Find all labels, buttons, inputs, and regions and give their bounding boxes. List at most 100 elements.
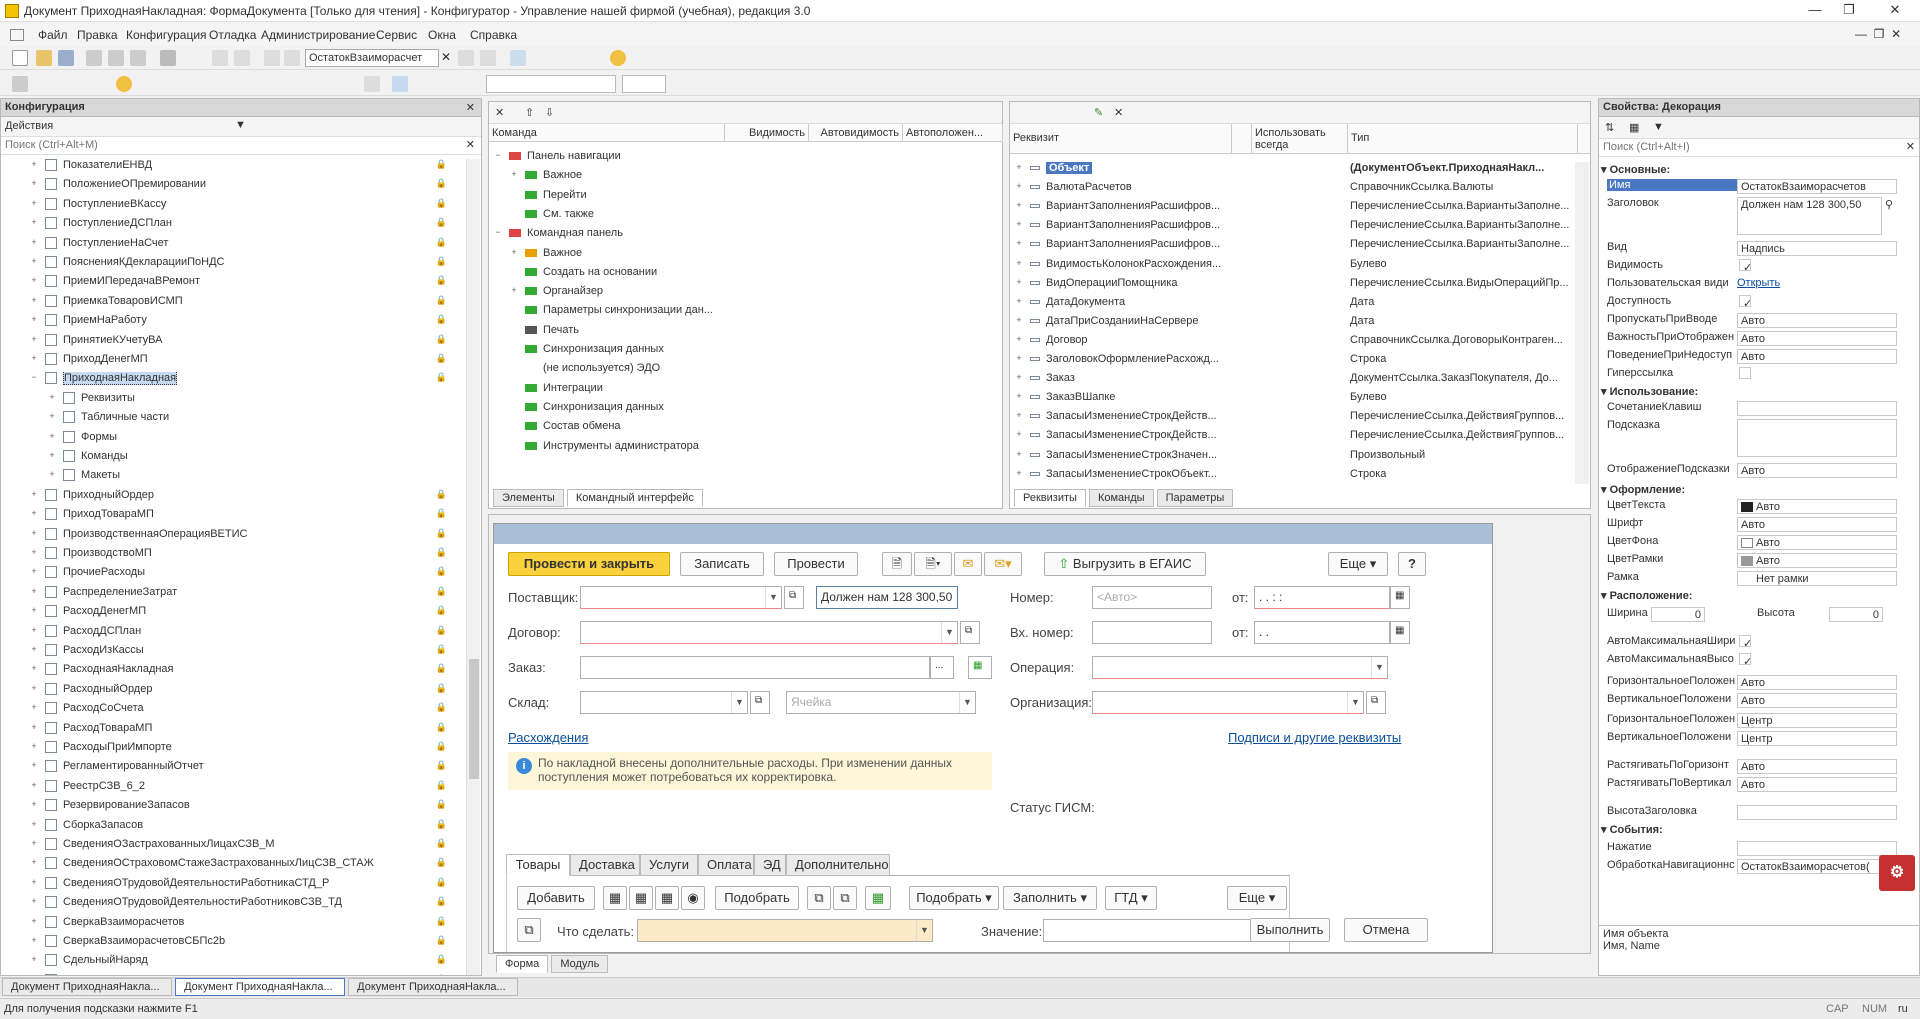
expand-icon[interactable]: +: [1014, 296, 1024, 307]
expand-icon[interactable]: +: [29, 315, 39, 325]
form-tab[interactable]: ЭД: [754, 854, 786, 876]
expand-icon[interactable]: +: [29, 509, 39, 519]
cell-field[interactable]: Ячейка ▼: [786, 691, 976, 714]
dropdown-icon[interactable]: ▼: [941, 622, 957, 643]
command-row[interactable]: Интеграции: [509, 382, 603, 401]
tree-item[interactable]: + ПриемкаТоваровИСМП 🔒: [1, 295, 461, 314]
window-tab-3[interactable]: Документ ПриходнаяНакла...: [348, 978, 519, 996]
tree-item[interactable]: + РегламентированныйОтчет 🔒: [1, 760, 461, 779]
form-preview-scrollbar[interactable]: [1575, 523, 1589, 945]
tab-elements[interactable]: Элементы: [493, 489, 564, 507]
expand-icon[interactable]: [509, 267, 519, 277]
command-row[interactable]: Создать на основании: [509, 266, 657, 285]
menu-windows[interactable]: Окна: [428, 28, 456, 42]
expand-icon[interactable]: −: [493, 151, 503, 161]
open-warehouse-button[interactable]: ⧉: [750, 691, 770, 714]
requisite-row[interactable]: + Объект (ДокументОбъект.ПриходнаяНакл...: [1010, 162, 1576, 181]
operation-field[interactable]: ▼: [1092, 656, 1388, 679]
expand-icon[interactable]: +: [1014, 239, 1024, 249]
prop-stretch-h[interactable]: РастягиватьПоГоризонт Авто: [1599, 759, 1899, 775]
mail-button[interactable]: ✉: [954, 552, 982, 576]
tree-item[interactable]: + СведенияОТрудовойДеятельностиРаботников…: [1, 896, 461, 915]
find-all-icon[interactable]: [480, 50, 496, 66]
categories-icon[interactable]: ▦: [1629, 121, 1639, 134]
expand-icon[interactable]: +: [47, 392, 57, 403]
find-next-icon[interactable]: [284, 50, 300, 66]
expand-icon[interactable]: +: [1014, 182, 1024, 192]
expand-icon[interactable]: +: [29, 780, 39, 791]
copy-rows-button[interactable]: ⧉: [807, 886, 831, 910]
command-row[interactable]: См. также: [509, 208, 594, 227]
prop-vpos-items[interactable]: ВертикальноеПоложени Центр: [1599, 731, 1899, 747]
requisite-row[interactable]: + ДатаДокумента Дата: [1010, 296, 1576, 315]
requisite-row[interactable]: + ВариантЗаполненияРасшифров... Перечислен…: [1010, 200, 1576, 219]
command-row[interactable]: Синхронизация данных: [509, 343, 664, 362]
close-panel-icon[interactable]: ✕: [466, 101, 475, 114]
command-row[interactable]: Синхронизация данных: [509, 401, 664, 420]
expand-icon[interactable]: +: [29, 742, 39, 752]
command-row[interactable]: Состав обмена: [509, 420, 621, 439]
more-button[interactable]: Еще ▾: [1328, 552, 1388, 576]
prop-font[interactable]: Шрифт Авто: [1599, 517, 1899, 533]
tab-parameters[interactable]: Параметры: [1156, 489, 1234, 507]
find-icon[interactable]: [264, 50, 280, 66]
restore-icon[interactable]: ❐: [1834, 2, 1864, 20]
delete-req-icon[interactable]: ✕: [1114, 106, 1123, 119]
tree-item[interactable]: + РасходныйОрдер 🔒: [1, 683, 461, 702]
expand-icon[interactable]: +: [29, 877, 39, 888]
tree-item[interactable]: + ПоступлениеДСПлан 🔒: [1, 217, 461, 236]
tree-item[interactable]: + СведенияОТрудовойДеятельностиРаботникаС…: [1, 877, 461, 896]
tree-child-item[interactable]: + Табличные части: [1, 411, 461, 430]
col-command[interactable]: Команда: [489, 124, 725, 142]
menu-service[interactable]: Сервис: [376, 28, 417, 42]
expand-icon[interactable]: +: [1014, 430, 1024, 440]
expand-icon[interactable]: [509, 402, 519, 412]
form-tab[interactable]: Оплата: [698, 854, 754, 876]
col-requisite[interactable]: Реквизит: [1010, 124, 1232, 154]
expand-icon[interactable]: +: [29, 955, 39, 965]
expand-icon[interactable]: [509, 363, 519, 373]
table-settings-button[interactable]: ▦: [865, 886, 891, 910]
prop-availability[interactable]: Доступность✓: [1599, 295, 1899, 311]
menu-help[interactable]: Справка: [470, 28, 517, 42]
pick-button[interactable]: Подобрать: [715, 886, 799, 910]
help-icon[interactable]: [610, 50, 626, 66]
tab-command-interface[interactable]: Командный интерфейс: [566, 489, 703, 507]
sign-link[interactable]: Подписи и другие реквизиты: [1228, 730, 1401, 745]
tree-item[interactable]: + ПоложениеОПремировании 🔒: [1, 178, 461, 197]
move-down-icon[interactable]: ⇩: [545, 106, 554, 119]
expand-icon[interactable]: +: [29, 916, 39, 927]
minimize-icon[interactable]: —: [1800, 2, 1830, 20]
move-up-icon[interactable]: ⇧: [525, 106, 534, 119]
expand-icon[interactable]: +: [29, 548, 39, 558]
expand-icon[interactable]: +: [1014, 392, 1024, 402]
magnifier-icon[interactable]: ⚲: [1885, 198, 1893, 211]
table-more-button[interactable]: Еще ▾: [1227, 886, 1287, 910]
tree-item[interactable]: + ПоказателиЕНВД 🔒: [1, 159, 461, 178]
contract-field[interactable]: ▼: [580, 621, 958, 644]
execute-button[interactable]: Выполнить: [1250, 918, 1330, 942]
tree-item[interactable]: + РасходСоСчета 🔒: [1, 702, 461, 721]
new-icon[interactable]: [12, 50, 28, 66]
config-scroll-thumb[interactable]: [469, 659, 479, 779]
scan-button[interactable]: ▦: [655, 886, 679, 910]
barcode-button[interactable]: ▦: [603, 886, 627, 910]
requisites-scrollbar[interactable]: [1575, 162, 1589, 484]
command-row[interactable]: + Важное: [509, 247, 582, 266]
tree-item[interactable]: + РасходыПриИмпорте 🔒: [1, 741, 461, 760]
debt-decoration[interactable]: Должен нам 128 300,50: [816, 586, 958, 609]
fill-menu-button[interactable]: Заполнить ▾: [1003, 886, 1097, 910]
tab-module[interactable]: Модуль: [551, 955, 609, 973]
help-button[interactable]: ?: [1398, 552, 1426, 576]
expand-icon[interactable]: [509, 190, 519, 200]
dropdown-icon[interactable]: ▼: [916, 920, 932, 941]
command-row[interactable]: − Командная панель: [493, 227, 623, 246]
form-tab[interactable]: Услуги: [640, 854, 698, 876]
expand-icon[interactable]: +: [29, 276, 39, 286]
collapse-icon[interactable]: −: [29, 373, 39, 383]
expand-icon[interactable]: +: [29, 703, 39, 713]
form-tab[interactable]: Дополнительно: [786, 854, 890, 876]
expand-icon[interactable]: +: [1014, 258, 1024, 269]
tree-item[interactable]: + ПриемИПередачаВРемонт 🔒: [1, 275, 461, 294]
prop-hint-display[interactable]: ОтображениеПодсказки Авто: [1599, 463, 1899, 479]
